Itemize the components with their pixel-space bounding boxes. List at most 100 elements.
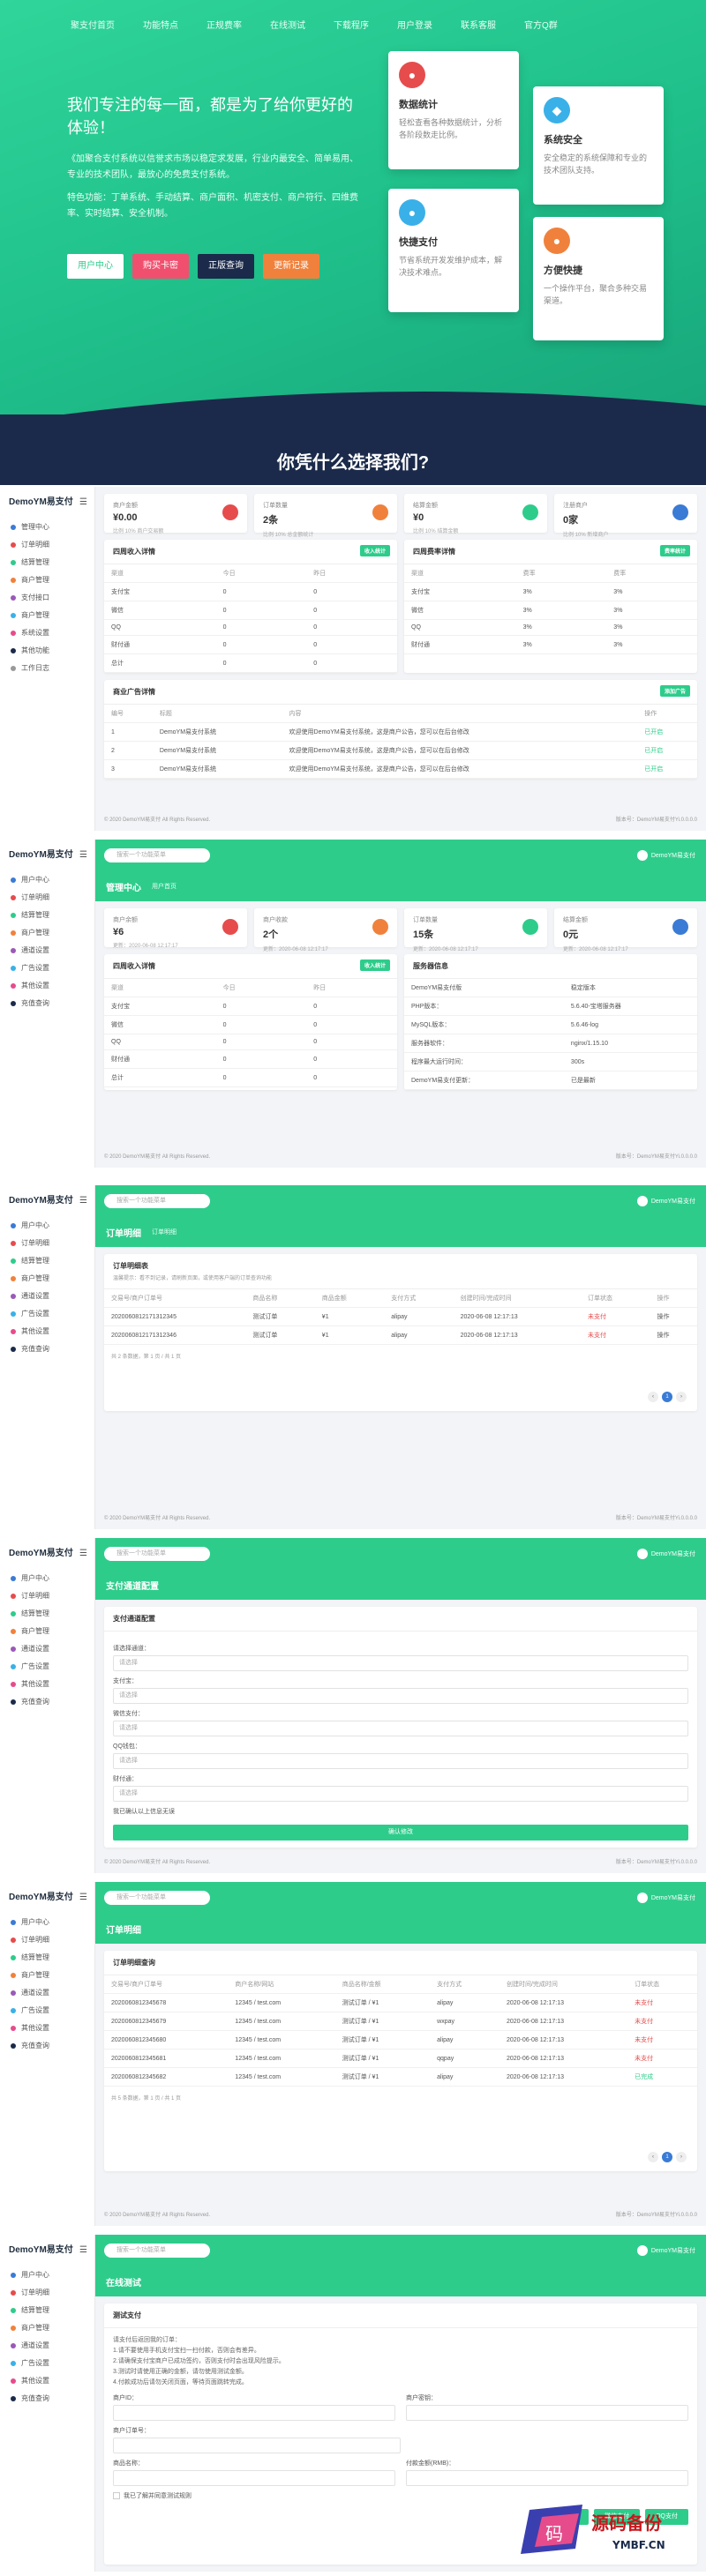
table-cell[interactable]: 未支付 [627, 2012, 697, 2031]
sidebar-item[interactable]: 充值查询 [0, 1693, 94, 1711]
nav-link[interactable]: 联系客服 [461, 18, 496, 31]
table-cell[interactable]: 未支付 [581, 1325, 650, 1345]
sidebar-item[interactable]: 用户中心 [0, 1914, 94, 1931]
breadcrumb[interactable]: 用户首页 [152, 882, 176, 891]
sidebar-item[interactable]: 结算管理 [0, 554, 94, 571]
sidebar-item[interactable]: 广告设置 [0, 1658, 94, 1676]
sidebar-item[interactable]: 订单明细 [0, 2284, 94, 2302]
sidebar-item[interactable]: 其他设置 [0, 2372, 94, 2390]
sidebar-item[interactable]: 用户中心 [0, 1570, 94, 1587]
avatar[interactable] [636, 850, 648, 861]
nav-link[interactable]: 正规费率 [207, 18, 242, 31]
sidebar-item[interactable]: 支付接口 [0, 589, 94, 607]
sidebar-item[interactable]: 广告设置 [0, 2355, 94, 2372]
sidebar-item[interactable]: 结算管理 [0, 1252, 94, 1270]
merchant-key-input[interactable] [406, 2405, 688, 2421]
search-input[interactable]: 搜索一个功能菜单 [104, 1891, 210, 1905]
sidebar-item[interactable]: 结算管理 [0, 2302, 94, 2319]
nav-link[interactable]: 聚支付首页 [71, 18, 115, 31]
confirm-checkbox[interactable]: 我已确认以上信息无误 [113, 1807, 688, 1816]
avatar[interactable] [636, 1549, 648, 1559]
buy-card-button[interactable]: 购买卡密 [132, 254, 189, 279]
sidebar-item[interactable]: 其他设置 [0, 977, 94, 995]
select-field[interactable]: 请选择 [113, 1655, 688, 1671]
sidebar-item[interactable]: 结算管理 [0, 1605, 94, 1623]
sidebar-item[interactable]: 广告设置 [0, 1305, 94, 1323]
sidebar-item[interactable]: 订单明细 [0, 1931, 94, 1949]
sidebar-item[interactable]: 通道设置 [0, 1640, 94, 1658]
genuine-check-button[interactable]: 正版查询 [198, 254, 254, 279]
search-input[interactable]: 搜索一个功能菜单 [104, 848, 210, 862]
sidebar-item[interactable]: 订单明细 [0, 536, 94, 554]
sidebar-item[interactable]: 订单明细 [0, 889, 94, 907]
table-cell[interactable]: 未支付 [627, 2030, 697, 2050]
sidebar-item[interactable]: 商户管理 [0, 2319, 94, 2337]
avatar[interactable] [636, 2245, 648, 2256]
nav-link[interactable]: 用户登录 [397, 18, 432, 31]
sidebar-item[interactable]: 充值查询 [0, 2037, 94, 2055]
menu-toggle-icon[interactable]: ☰ [79, 2235, 87, 2266]
income-badge[interactable]: 收入统计 [359, 545, 390, 556]
menu-toggle-icon[interactable]: ☰ [79, 1882, 87, 1914]
menu-toggle-icon[interactable]: ☰ [79, 1538, 87, 1570]
sidebar-item[interactable]: 其他功能 [0, 642, 94, 660]
rate-badge[interactable]: 费率统计 [659, 545, 690, 556]
sidebar-item[interactable]: 用户中心 [0, 1217, 94, 1235]
sidebar-item[interactable]: 结算管理 [0, 1949, 94, 1967]
table-cell[interactable]: 已完成 [627, 2067, 697, 2087]
sidebar-item[interactable]: 系统设置 [0, 624, 94, 642]
table-cell[interactable]: 已开启 [637, 759, 697, 779]
nav-link[interactable]: 下载程序 [334, 18, 369, 31]
user-center-button[interactable]: 用户中心 [67, 254, 124, 279]
submit-button[interactable]: 确认修改 [113, 1825, 688, 1841]
nav-link[interactable]: 功能特点 [143, 18, 178, 31]
add-ad-button[interactable]: 添加广告 [659, 685, 690, 697]
sidebar-item[interactable]: 充值查询 [0, 995, 94, 1012]
table-cell[interactable]: 未支付 [627, 1993, 697, 2012]
breadcrumb[interactable]: 订单明细 [152, 1228, 176, 1236]
amount-input[interactable] [406, 2470, 688, 2486]
sidebar-item[interactable]: 广告设置 [0, 959, 94, 977]
search-input[interactable]: 搜索一个功能菜单 [104, 1194, 210, 1208]
search-input[interactable]: 搜索一个功能菜单 [104, 2244, 210, 2258]
sidebar-item[interactable]: 充值查询 [0, 1340, 94, 1358]
sidebar-item[interactable]: 其他设置 [0, 1323, 94, 1340]
sidebar-item[interactable]: 商户管理 [0, 924, 94, 942]
sidebar-item[interactable]: 商户管理 [0, 1270, 94, 1288]
menu-toggle-icon[interactable]: ☰ [79, 840, 87, 871]
sidebar-item[interactable]: 通道设置 [0, 1984, 94, 2002]
agree-checkbox[interactable] [113, 2492, 120, 2500]
nav-link[interactable]: 官方Q群 [524, 18, 558, 31]
select-field[interactable]: 请选择 [113, 1688, 688, 1704]
sidebar-item[interactable]: 工作日志 [0, 660, 94, 677]
sidebar-item[interactable]: 通道设置 [0, 2337, 94, 2355]
order-number-input[interactable] [113, 2438, 401, 2453]
sidebar-item[interactable]: 管理中心 [0, 519, 94, 536]
update-log-button[interactable]: 更新记录 [263, 254, 319, 279]
sidebar-item[interactable]: 广告设置 [0, 2002, 94, 2020]
sidebar-item[interactable]: 商户管理 [0, 607, 94, 624]
income-badge[interactable]: 收入统计 [359, 959, 390, 971]
avatar[interactable] [636, 1893, 648, 1903]
table-cell[interactable]: 已开启 [637, 722, 697, 742]
sidebar-item[interactable]: 用户中心 [0, 871, 94, 889]
select-field[interactable]: 请选择 [113, 1753, 688, 1769]
merchant-id-input[interactable] [113, 2405, 395, 2421]
menu-toggle-icon[interactable]: ☰ [79, 1185, 87, 1217]
product-name-input[interactable] [113, 2470, 395, 2486]
sidebar-item[interactable]: 订单明细 [0, 1235, 94, 1252]
table-cell[interactable]: 未支付 [581, 1307, 650, 1326]
sidebar-item[interactable]: 结算管理 [0, 907, 94, 924]
search-input[interactable]: 搜索一个功能菜单 [104, 1547, 210, 1561]
menu-toggle-icon[interactable]: ☰ [79, 487, 87, 519]
sidebar-item[interactable]: 商户管理 [0, 1623, 94, 1640]
sidebar-item[interactable]: 通道设置 [0, 1288, 94, 1305]
sidebar-item[interactable]: 商户管理 [0, 1967, 94, 1984]
nav-link[interactable]: 在线测试 [270, 18, 305, 31]
sidebar-item[interactable]: 充值查询 [0, 2390, 94, 2408]
avatar[interactable] [636, 1196, 648, 1206]
sidebar-item[interactable]: 通道设置 [0, 942, 94, 959]
sidebar-item[interactable]: 其他设置 [0, 2020, 94, 2037]
select-field[interactable]: 请选择 [113, 1721, 688, 1736]
select-field[interactable]: 请选择 [113, 1786, 688, 1802]
